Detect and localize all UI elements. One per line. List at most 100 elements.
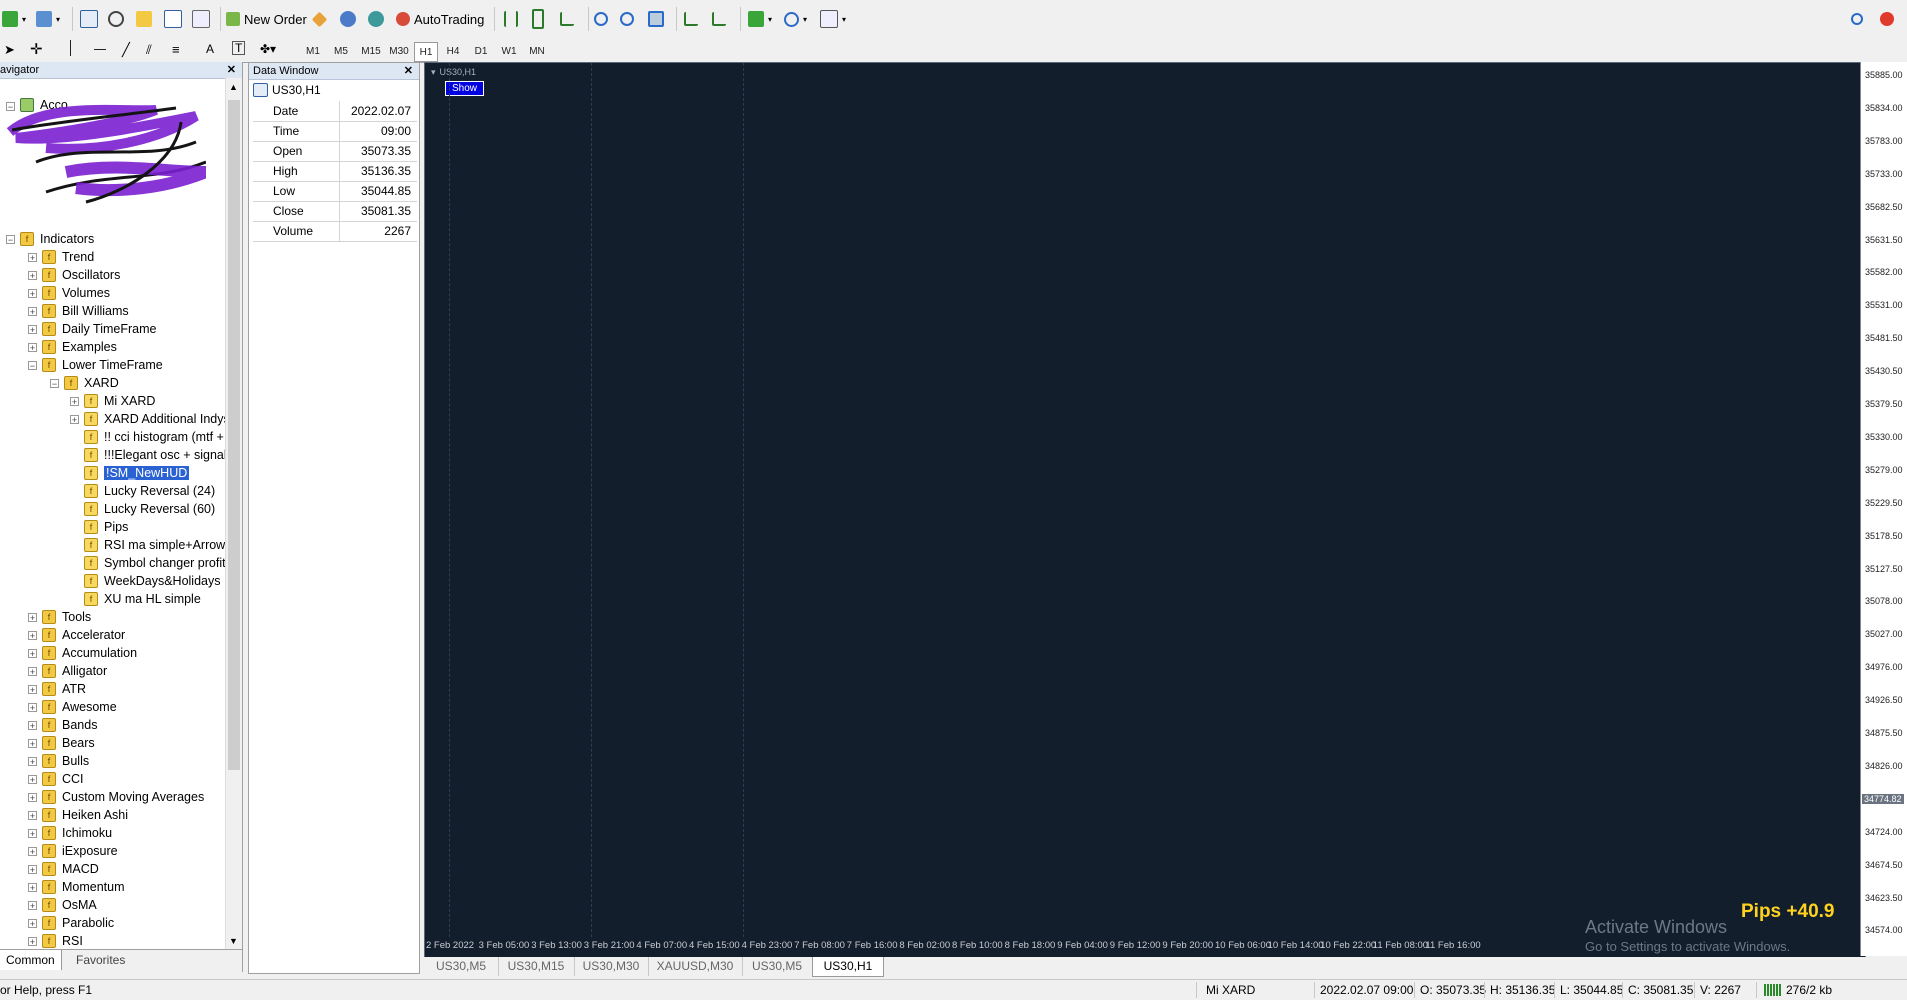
nav-item[interactable]: f Mi XARD xyxy=(84,392,155,410)
expand-icon[interactable]: + xyxy=(28,919,37,929)
tf-mn[interactable]: MN xyxy=(526,42,548,60)
text-label-tool[interactable]: T xyxy=(232,41,246,55)
nav-item[interactable]: f Lower TimeFrame xyxy=(42,356,163,374)
nav-item[interactable]: f Momentum xyxy=(42,878,125,896)
nav-item[interactable]: f WeekDays&Holidays xyxy=(84,572,220,590)
nav-item[interactable]: f RSI ma simple+Arrows xyxy=(84,536,231,554)
expand-icon[interactable]: + xyxy=(28,307,37,317)
expand-icon[interactable]: + xyxy=(28,847,37,857)
auto-scroll-button[interactable] xyxy=(684,8,698,30)
expand-icon[interactable]: + xyxy=(28,739,37,749)
periods-button[interactable]: ▾ xyxy=(784,8,807,30)
nav-item[interactable]: f iExposure xyxy=(42,842,118,860)
tf-m30[interactable]: M30 xyxy=(386,42,412,60)
close-icon[interactable]: ✕ xyxy=(404,63,413,79)
line-chart-button[interactable] xyxy=(560,8,574,30)
nav-item[interactable]: f Bears xyxy=(42,734,95,752)
nav-item[interactable]: f !!!Elegant osc + signal ( xyxy=(84,446,234,464)
nav-item[interactable]: f XU ma HL simple xyxy=(84,590,201,608)
nav-item[interactable]: f Bands xyxy=(42,716,97,734)
tf-h1[interactable]: H1 xyxy=(414,42,438,62)
nav-item[interactable]: f Bulls xyxy=(42,752,89,770)
nav-item[interactable]: f Symbol changer profit xyxy=(84,554,226,572)
nav-item[interactable]: f CCI xyxy=(42,770,84,788)
expand-icon[interactable]: + xyxy=(28,271,37,281)
expand-icon[interactable]: + xyxy=(28,649,37,659)
expand-icon[interactable]: + xyxy=(28,253,37,263)
tf-w1[interactable]: W1 xyxy=(498,42,520,60)
chart-area[interactable]: ▾ US30,H1 Show ASK155.892BIDTextspread :… xyxy=(424,62,1866,958)
nav-item[interactable]: f ATR xyxy=(42,680,86,698)
tf-h4[interactable]: H4 xyxy=(442,42,464,60)
nav-item[interactable]: f Custom Moving Averages xyxy=(42,788,204,806)
indicators-button[interactable]: ▾ xyxy=(748,8,772,30)
show-button[interactable]: Show xyxy=(445,81,485,96)
nav-item[interactable]: f Lucky Reversal (60) xyxy=(84,500,215,518)
navigator-button[interactable] xyxy=(136,8,152,30)
nav-item[interactable]: f Ichimoku xyxy=(42,824,112,842)
expand-icon[interactable]: + xyxy=(28,829,37,839)
chart-tab[interactable]: US30,M15 xyxy=(498,957,575,976)
terminal-button[interactable] xyxy=(164,8,182,30)
status-profile[interactable]: Mi XARD xyxy=(1206,983,1255,997)
nav-item[interactable]: f XARD xyxy=(64,374,119,392)
tab-common[interactable]: Common xyxy=(0,950,62,970)
scroll-up-icon[interactable]: ▲ xyxy=(229,82,238,92)
nav-item[interactable]: f Volumes xyxy=(42,284,110,302)
cursor-tool-icon[interactable]: ➤ xyxy=(4,42,15,58)
autotrading-button[interactable]: AutoTrading xyxy=(396,8,484,30)
nav-item[interactable]: f Oscillators xyxy=(42,266,120,284)
trendline-tool-icon[interactable]: ╱ xyxy=(122,42,130,58)
expand-icon[interactable]: + xyxy=(28,883,37,893)
nav-item[interactable]: f OsMA xyxy=(42,896,97,914)
expand-icon[interactable]: + xyxy=(28,667,37,677)
candlestick-button[interactable] xyxy=(532,8,544,30)
expand-icon[interactable]: + xyxy=(28,901,37,911)
tf-m5[interactable]: M5 xyxy=(330,42,352,60)
chart-menu-icon[interactable]: ▾ xyxy=(431,67,436,78)
tile-windows-button[interactable] xyxy=(648,8,664,30)
nav-item[interactable]: f Alligator xyxy=(42,662,107,680)
tester-button[interactable] xyxy=(192,8,210,30)
scroll-down-icon[interactable]: ▼ xyxy=(229,936,238,946)
nav-item[interactable]: f Daily TimeFrame xyxy=(42,320,156,338)
tf-m1[interactable]: M1 xyxy=(302,42,324,60)
bar-chart-button[interactable] xyxy=(504,8,518,30)
fibonacci-tool-icon[interactable]: ≡ xyxy=(172,42,180,57)
nav-item[interactable]: f Accumulation xyxy=(42,644,137,662)
text-tool[interactable]: A xyxy=(206,42,214,56)
nav-item[interactable]: f Awesome xyxy=(42,698,117,716)
nav-item[interactable]: f Accelerator xyxy=(42,626,125,644)
tf-d1[interactable]: D1 xyxy=(470,42,492,60)
nav-item[interactable]: f !SM_NewHUD xyxy=(84,464,190,482)
nav-item[interactable]: f Trend xyxy=(42,248,94,266)
expand-icon[interactable]: + xyxy=(28,631,37,641)
nav-item[interactable]: f MACD xyxy=(42,860,99,878)
navigator-scrollbar[interactable]: ▲ ▼ xyxy=(225,78,242,950)
expand-icon[interactable]: + xyxy=(28,865,37,875)
expand-icon[interactable]: + xyxy=(28,343,37,353)
nav-item[interactable]: f Pips xyxy=(84,518,128,536)
expand-icon[interactable]: + xyxy=(28,289,37,299)
nav-item[interactable]: f Examples xyxy=(42,338,117,356)
tab-favorites[interactable]: Favorites xyxy=(70,950,131,970)
chart-tab[interactable]: US30,M30 xyxy=(574,957,649,976)
templates-button[interactable]: ▾ xyxy=(820,8,846,30)
chart-tab[interactable]: XAUUSD,M30 xyxy=(648,957,743,976)
tf-m15[interactable]: M15 xyxy=(358,42,384,60)
expand-icon[interactable]: + xyxy=(28,325,37,335)
expand-icon[interactable]: − xyxy=(28,361,37,371)
search-button[interactable] xyxy=(1851,8,1863,30)
nav-item[interactable]: f !! cci histogram (mtf + xyxy=(84,428,224,446)
chart-tab[interactable]: US30,H1 xyxy=(812,957,884,977)
navigator-scroll-thumb[interactable] xyxy=(228,100,240,770)
metaeditor-button[interactable] xyxy=(311,8,328,30)
chart-tab[interactable]: US30,M5 xyxy=(742,957,813,976)
chart-shift-button[interactable] xyxy=(712,8,726,30)
crosshair-tool-icon[interactable]: ✛ xyxy=(30,40,43,58)
nav-item[interactable]: f Heiken Ashi xyxy=(42,806,128,824)
zoom-out-button[interactable] xyxy=(620,8,634,30)
nav-item[interactable]: f RSI xyxy=(42,932,83,950)
nav-item[interactable]: f XARD Additional Indys xyxy=(84,410,230,428)
signals-button[interactable] xyxy=(340,8,356,30)
